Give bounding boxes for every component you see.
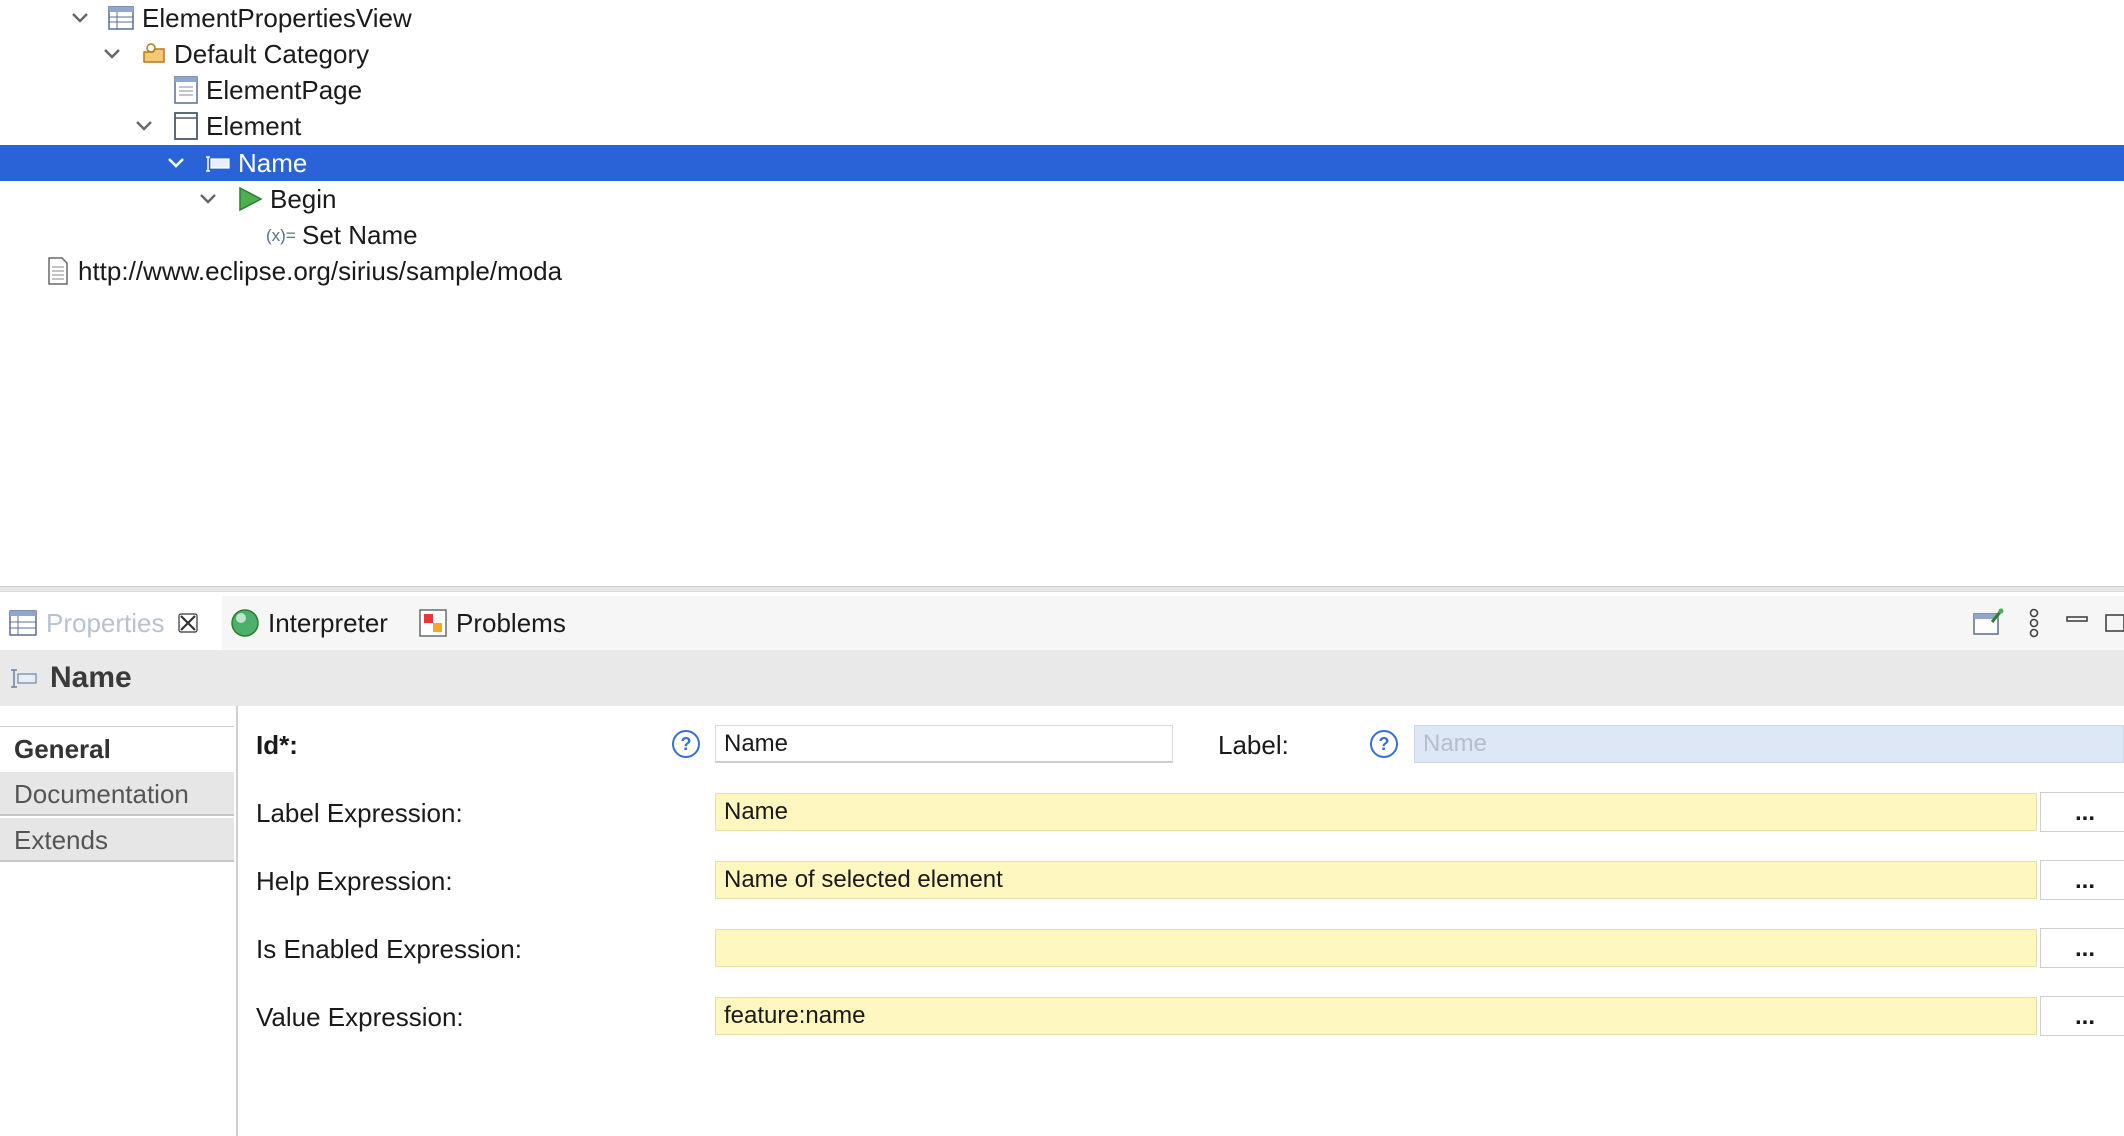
tree-row-element[interactable]: Element — [0, 108, 2124, 144]
properties-icon — [8, 608, 38, 638]
group-icon — [172, 112, 200, 140]
text-widget-icon — [10, 664, 38, 692]
is-enabled-expression-browse-button[interactable]: ... — [2040, 928, 2124, 968]
is-enabled-expression-field[interactable] — [715, 929, 2037, 967]
tree-row-name[interactable]: Name — [0, 145, 2124, 181]
label-expression-label: Label Expression: — [256, 798, 463, 828]
tab-label: Properties — [46, 607, 165, 638]
help-expression-browse-button[interactable]: ... — [2040, 860, 2124, 900]
tab-label: Interpreter — [268, 607, 388, 638]
interpreter-icon — [230, 608, 260, 638]
is-enabled-expression-label: Is Enabled Expression: — [256, 934, 522, 964]
tab-properties[interactable]: Properties — [0, 596, 222, 650]
category-icon — [140, 40, 168, 68]
label-label: Label: — [1218, 730, 1289, 760]
properties-title: Name — [50, 661, 132, 694]
id-label: Id*: — [256, 730, 298, 760]
section-tab-extends[interactable]: Extends — [0, 818, 234, 862]
help-icon[interactable]: ? — [671, 729, 701, 759]
tree-item-label: ElementPropertiesView — [142, 3, 412, 33]
chevron-down-icon[interactable] — [164, 145, 188, 181]
tree-item-label: Name — [238, 148, 308, 178]
tree-row-begin[interactable]: Begin — [0, 181, 2124, 217]
id-field[interactable]: Name — [715, 725, 1173, 763]
set-variable-icon: (x)= — [266, 221, 300, 249]
help-icon[interactable]: ? — [1369, 729, 1399, 759]
tree-row-set-name[interactable]: (x)= Set Name — [0, 217, 2124, 253]
tree-item-label: Default Category — [174, 39, 370, 69]
help-expression-label: Help Expression: — [256, 866, 453, 896]
view-tab-bar: Properties Interpreter Problems — [0, 596, 2124, 651]
value-expression-label: Value Expression: — [256, 1002, 464, 1032]
pin-editor-icon[interactable] — [1971, 606, 2005, 640]
chevron-down-icon[interactable] — [132, 108, 156, 144]
section-tab-general[interactable]: General — [0, 726, 234, 770]
help-expression-field[interactable]: Name of selected element — [715, 861, 2037, 899]
tree-row-resource[interactable]: http://www.eclipse.org/sirius/sample/mod… — [0, 253, 2124, 289]
view-menu-icon[interactable] — [2017, 606, 2051, 640]
tab-interpreter[interactable]: Interpreter — [230, 596, 388, 650]
tree-row-default-category[interactable]: Default Category — [0, 36, 2124, 72]
tree-item-label: Set Name — [302, 220, 418, 250]
chevron-down-icon[interactable] — [100, 36, 124, 72]
tree-item-label: Element — [206, 111, 302, 141]
section-tab-documentation[interactable]: Documentation — [0, 772, 234, 816]
value-expression-field[interactable]: feature:name — [715, 997, 2037, 1035]
maximize-icon[interactable] — [2100, 606, 2124, 640]
tab-problems[interactable]: Problems — [418, 596, 566, 650]
chevron-down-icon[interactable] — [196, 181, 220, 217]
minimize-icon[interactable] — [2060, 606, 2094, 640]
svg-text:?: ? — [681, 734, 692, 754]
view-splitter[interactable] — [0, 586, 2124, 592]
table-view-icon — [107, 4, 135, 32]
section-tabs: General Documentation Extends — [0, 706, 238, 1136]
resource-file-icon — [44, 257, 72, 285]
tree-row-element-page[interactable]: ElementPage — [0, 72, 2124, 108]
svg-text:?: ? — [1379, 734, 1390, 754]
svg-text:(x)=: (x)= — [266, 226, 296, 245]
model-tree: ElementPropertiesView Default Category E… — [0, 0, 2124, 585]
text-widget-icon — [204, 149, 232, 177]
tree-item-label: http://www.eclipse.org/sirius/sample/mod… — [78, 256, 563, 286]
value-expression-browse-button[interactable]: ... — [2040, 996, 2124, 1036]
tree-item-label: ElementPage — [206, 75, 363, 105]
problems-icon — [418, 608, 448, 638]
close-icon[interactable] — [177, 612, 199, 634]
tree-item-label: Begin — [270, 184, 337, 214]
label-expression-browse-button[interactable]: ... — [2040, 792, 2124, 832]
tree-row-element-properties-view[interactable]: ElementPropertiesView — [0, 0, 2124, 36]
tab-label: Problems — [456, 607, 566, 638]
chevron-down-icon[interactable] — [68, 0, 92, 36]
label-field[interactable]: Name — [1414, 725, 2124, 763]
begin-icon — [236, 185, 264, 213]
label-expression-field[interactable]: Name — [715, 793, 2037, 831]
properties-header: Name — [0, 650, 2124, 706]
page-icon — [172, 76, 200, 104]
